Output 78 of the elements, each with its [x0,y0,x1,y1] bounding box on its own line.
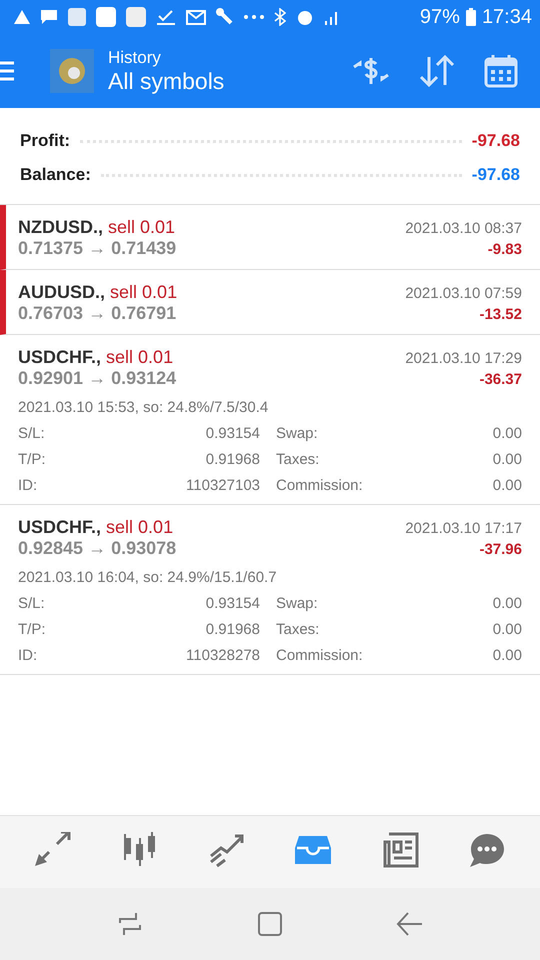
deal-info: 2021.03.10 16:04, so: 24.9%/15.1/60.7 [18,569,278,586]
detail-label: Swap: [275,595,319,612]
detail-value: 0.93154 [204,595,260,612]
deal-time: 2021.03.10 07:59 [405,285,522,302]
home-icon[interactable] [256,911,283,937]
summary-value: -97.68 [472,165,520,185]
deal-symbol: USDCHF., [18,517,102,537]
detail-label: Commission: [275,647,364,664]
deal-time: 2021.03.10 08:37 [405,220,522,237]
deal-side: sell 0.01 [106,347,174,367]
deal-prices: 0.76703 → 0.76791 [18,303,176,324]
signal-icon [324,9,340,25]
summary-label: Profit: [20,131,70,151]
deal-prices: 0.92845 → 0.93078 [18,538,176,559]
detail-label: Swap: [275,425,319,442]
deal-side: sell 0.01 [106,517,174,537]
deal-prices: 0.92901 → 0.93124 [18,368,176,389]
detail-value: 110327103 [185,477,260,494]
deal-profit: -37.96 [479,541,522,558]
menu-icon[interactable] [0,60,14,82]
deal-profit: -13.52 [479,306,522,323]
summary-value: -97.68 [472,131,520,151]
battery-percentage: 97% [420,6,460,28]
detail-label: S/L: [18,425,46,442]
deal-side: sell 0.01 [110,282,178,302]
sort-icon[interactable] [418,55,456,87]
currency-exchange-icon[interactable] [352,55,390,87]
app-logo-icon [50,49,94,93]
deal-profit: -36.37 [479,371,522,388]
detail-value: 0.93154 [204,425,260,442]
app-icon [126,7,146,27]
detail-value: 0.00 [492,425,522,442]
arrows-icon[interactable] [33,832,74,868]
dots-icon [244,15,264,19]
detail-value: 0.91968 [204,451,260,468]
deal-item[interactable]: USDCHF., sell 0.01 2021.03.10 17:17 0.92845 → 0.93078 -37.96 2021.03.10 16:04, so: 24.9%/15.1/60.7 S/L: 0.93154 Swap: 0.00 T/P: 0.91968 Taxes: 0.00 ID: 110328278 Commission: 0.00 [0,505,540,675]
summary-label: Balance: [20,165,91,185]
detail-label: T/P: [18,451,47,468]
warning-icon [14,10,30,24]
detail-label: Commission: [275,477,364,494]
app-icon [96,7,116,27]
deal-prices: 0.71375 → 0.71439 [18,238,176,259]
deal-item[interactable]: AUDUSD., sell 0.01 2021.03.10 07:59 0.76703 → 0.76791 -13.52 [0,270,540,335]
deal-item[interactable]: NZDUSD., sell 0.01 2021.03.10 08:37 0.71375 → 0.71439 -9.83 [0,205,540,270]
message-icon [40,9,58,25]
detail-value: 110328278 [185,647,260,664]
deal-time: 2021.03.10 17:17 [405,520,522,537]
deal-symbol: USDCHF., [18,347,102,367]
check-icon [156,9,176,25]
detail-label: ID: [18,647,38,664]
detail-value: 0.00 [492,595,522,612]
calendar-icon[interactable] [484,54,518,88]
deal-profit: -9.83 [488,241,522,258]
deal-side: sell 0.01 [108,217,176,237]
symbol-filter[interactable]: All symbols [108,68,324,94]
detail-label: S/L: [18,595,46,612]
back-icon[interactable] [396,911,424,937]
detail-label: ID: [18,477,38,494]
screen-title: History [108,48,162,68]
detail-value: 0.00 [492,451,522,468]
wrench-icon [216,8,234,26]
deal-symbol: NZDUSD., [18,217,103,237]
detail-value: 0.00 [492,621,522,638]
mail-icon [186,9,206,25]
detail-label: Taxes: [275,621,320,638]
battery-icon [466,8,476,26]
detail-value: 0.00 [492,647,522,664]
detail-label: T/P: [18,621,47,638]
deal-symbol: AUDUSD., [18,282,106,302]
detail-value: 0.91968 [204,621,260,638]
deal-info: 2021.03.10 15:53, so: 24.8%/7.5/30.4 [18,399,270,416]
deal-item[interactable]: USDCHF., sell 0.01 2021.03.10 17:29 0.92901 → 0.93124 -36.37 2021.03.10 15:53, so: 24.8%/7.5/30.4 S/L: 0.93154 Swap: 0.00 T/P: 0.91968 Taxes: 0.00 ID: 110327103 Commission: 0.00 [0,335,540,505]
detail-label: Taxes: [275,451,320,468]
deal-time: 2021.03.10 17:29 [405,350,522,367]
detail-value: 0.00 [492,477,522,494]
clock: 17:34 [482,6,532,28]
bluetooth-icon [274,8,286,26]
app-icon [68,8,86,26]
